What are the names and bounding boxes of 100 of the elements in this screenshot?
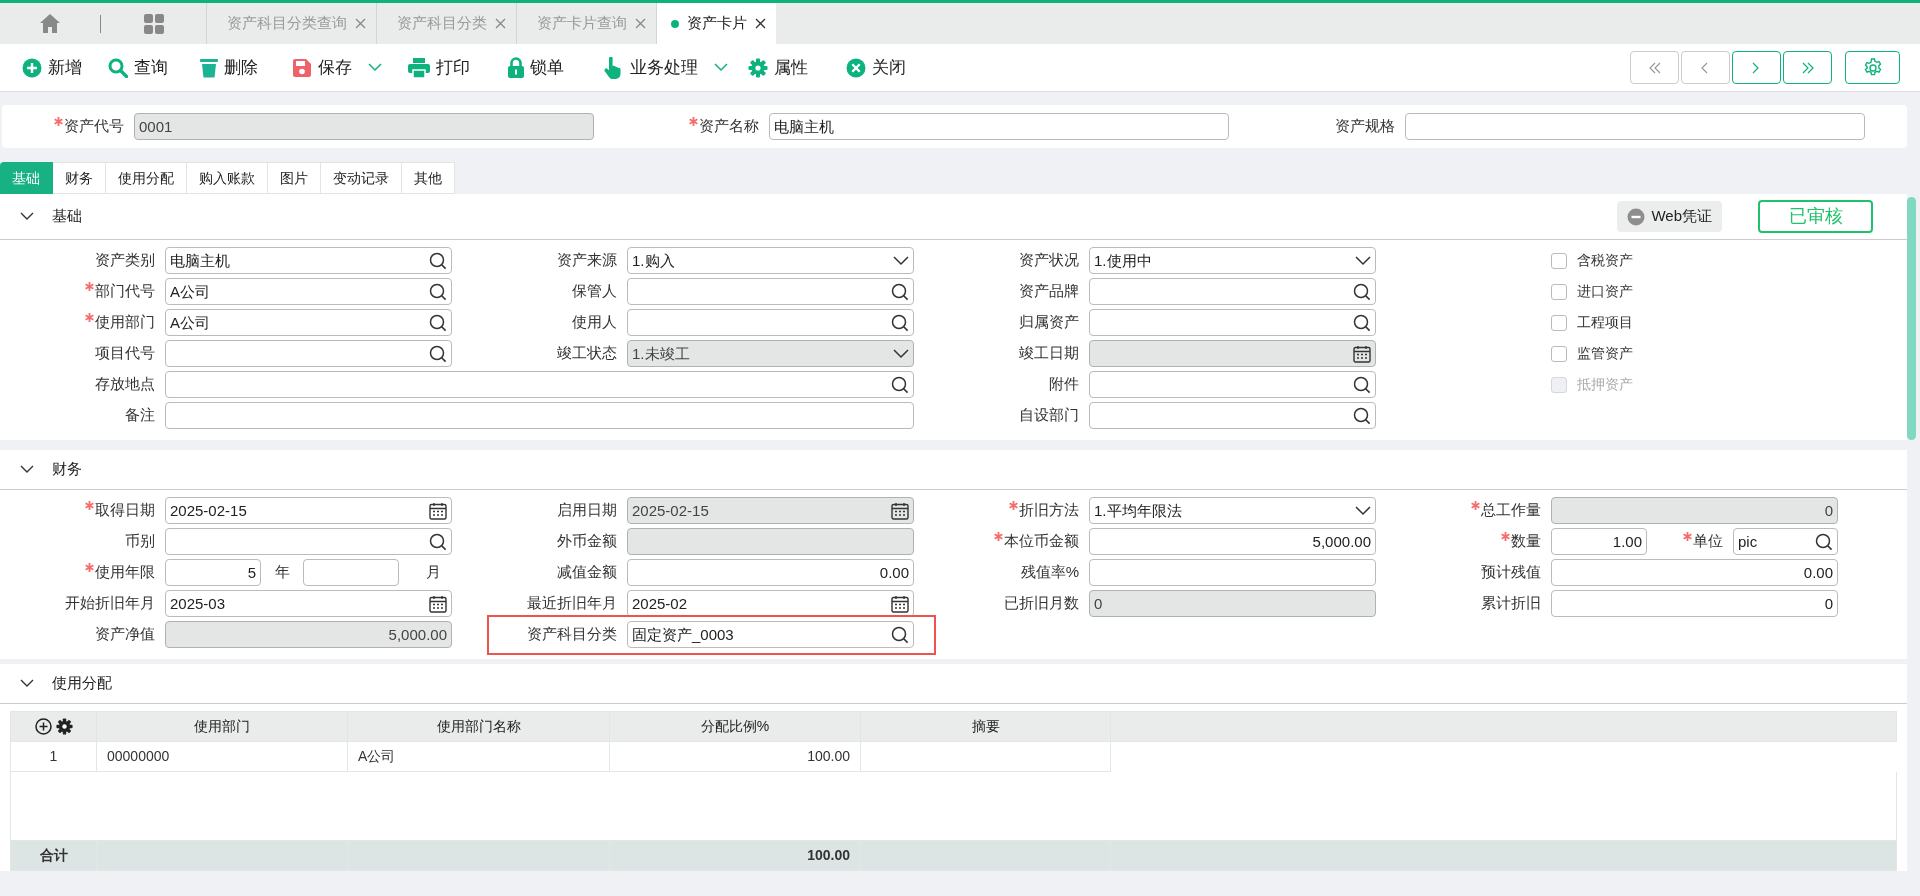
toolbar-button[interactable]: 查询 <box>108 54 168 81</box>
caret-icon[interactable] <box>714 63 728 72</box>
search-field[interactable]: A公司 <box>165 278 452 305</box>
search-field[interactable] <box>165 371 914 398</box>
page-tab[interactable]: 资产卡片 <box>656 3 776 44</box>
field-label: 使用人 <box>572 312 617 333</box>
input-field[interactable] <box>1089 559 1376 586</box>
search-icon[interactable] <box>1353 313 1371 332</box>
checkbox[interactable] <box>1551 314 1567 331</box>
settings-button[interactable] <box>1845 51 1900 84</box>
search-field[interactable] <box>1089 278 1376 305</box>
toolbar-button[interactable]: 属性 <box>748 54 808 81</box>
close-icon[interactable] <box>755 18 766 29</box>
toolbar-button[interactable]: 新增 <box>22 54 82 81</box>
dropdown-field[interactable]: 1.使用中 <box>1089 247 1376 274</box>
field-label: 存放地点 <box>95 374 155 395</box>
toolbar-button[interactable]: 关闭 <box>846 54 906 81</box>
chevron-down-icon[interactable] <box>1355 505 1371 516</box>
home-icon[interactable] <box>40 14 60 33</box>
form-tab[interactable]: 财务 <box>53 162 106 194</box>
search-icon[interactable] <box>429 282 447 301</box>
chevron-down-icon[interactable] <box>20 465 34 474</box>
pager-button[interactable] <box>1732 51 1781 84</box>
checkbox[interactable] <box>1551 345 1567 362</box>
form-tab[interactable]: 图片 <box>268 162 321 194</box>
column-header: 分配比例% <box>609 711 861 742</box>
search-field[interactable] <box>1089 371 1376 398</box>
toolbar-button[interactable]: 打印 <box>408 54 470 81</box>
date-field[interactable]: 2025-02 <box>627 590 914 617</box>
search-field[interactable]: 电脑主机 <box>165 247 452 274</box>
calendar-icon[interactable] <box>429 501 447 520</box>
input-field[interactable] <box>1405 113 1865 140</box>
search-icon[interactable] <box>891 375 909 394</box>
field-label: 开始折旧年月 <box>65 593 155 614</box>
checkbox[interactable] <box>1551 283 1567 300</box>
search-icon[interactable] <box>1353 375 1371 394</box>
calendar-icon[interactable] <box>429 594 447 613</box>
number-field[interactable]: 5 <box>165 559 261 586</box>
status-dot <box>671 19 679 28</box>
toolbar-button[interactable]: 保存 <box>292 54 382 81</box>
search-field[interactable] <box>1089 309 1376 336</box>
grid-icon[interactable] <box>143 13 164 34</box>
input-field[interactable]: 电脑主机 <box>769 113 1229 140</box>
field-label: 保管人 <box>572 281 617 302</box>
field-label: 竣工状态 <box>557 343 617 364</box>
search-icon[interactable] <box>429 313 447 332</box>
search-field[interactable] <box>627 278 914 305</box>
field-label: 启用日期 <box>557 500 617 521</box>
number-field[interactable] <box>303 559 399 586</box>
dropdown-field[interactable]: 1.平均年限法 <box>1089 497 1376 524</box>
minus-circle-icon <box>1627 207 1646 226</box>
search-icon[interactable] <box>429 532 447 551</box>
form-tab[interactable]: 其他 <box>402 162 455 194</box>
field-label: 资产科目分类 <box>527 624 617 645</box>
settings-icon[interactable] <box>55 718 73 735</box>
scrollbar-thumb[interactable] <box>1907 197 1916 440</box>
number-field[interactable]: 0.00 <box>627 559 914 586</box>
toolbar-button[interactable]: 业务处理 <box>604 54 728 81</box>
caret-icon[interactable] <box>368 63 382 72</box>
number-field[interactable]: 5,000.00 <box>1089 528 1376 555</box>
toolbar-button[interactable]: 锁单 <box>508 54 564 81</box>
chevron-down-icon[interactable] <box>20 679 34 688</box>
checkbox-label: 监管资产 <box>1577 344 1633 363</box>
number-field[interactable]: 1.00 <box>1551 528 1647 555</box>
search-icon[interactable] <box>891 282 909 301</box>
search-field[interactable] <box>627 309 914 336</box>
chevron-down-icon[interactable] <box>1355 255 1371 266</box>
search-icon[interactable] <box>891 313 909 332</box>
search-field[interactable] <box>165 340 452 367</box>
chevron-down-icon[interactable] <box>20 212 34 221</box>
search-icon[interactable] <box>429 251 447 270</box>
search-icon[interactable] <box>1353 282 1371 301</box>
field-label: 归属资产 <box>1019 312 1079 333</box>
pager-button[interactable] <box>1783 51 1832 84</box>
dropdown-field[interactable]: 1.购入 <box>627 247 914 274</box>
number-field[interactable]: 0 <box>1551 590 1838 617</box>
toolbar-button[interactable]: 删除 <box>200 54 258 81</box>
date-field[interactable]: 2025-03 <box>165 590 452 617</box>
field-label: 备注 <box>125 405 155 426</box>
voucher-button[interactable]: Web凭证 <box>1617 201 1722 232</box>
search-icon[interactable] <box>1815 532 1833 551</box>
search-icon[interactable] <box>1353 406 1371 425</box>
search-field[interactable]: A公司 <box>165 309 452 336</box>
number-field[interactable]: 0.00 <box>1551 559 1838 586</box>
search-icon[interactable] <box>891 625 909 644</box>
date-field[interactable]: 2025-02-15 <box>165 497 452 524</box>
chevron-down-icon[interactable] <box>893 255 909 266</box>
calendar-icon[interactable] <box>891 594 909 613</box>
search-field[interactable]: 固定资产_0003 <box>627 621 914 648</box>
search-icon[interactable] <box>429 344 447 363</box>
form-tab[interactable]: 变动记录 <box>321 162 402 194</box>
form-tab[interactable]: 购入账款 <box>187 162 268 194</box>
add-row-icon[interactable] <box>34 718 52 735</box>
search-field[interactable] <box>165 528 452 555</box>
search-field[interactable] <box>1089 402 1376 429</box>
form-tab[interactable]: 使用分配 <box>106 162 187 194</box>
input-field[interactable] <box>165 402 914 429</box>
section-title: 财务 <box>52 459 82 480</box>
checkbox[interactable] <box>1551 252 1567 269</box>
search-field[interactable]: pic <box>1733 528 1838 555</box>
